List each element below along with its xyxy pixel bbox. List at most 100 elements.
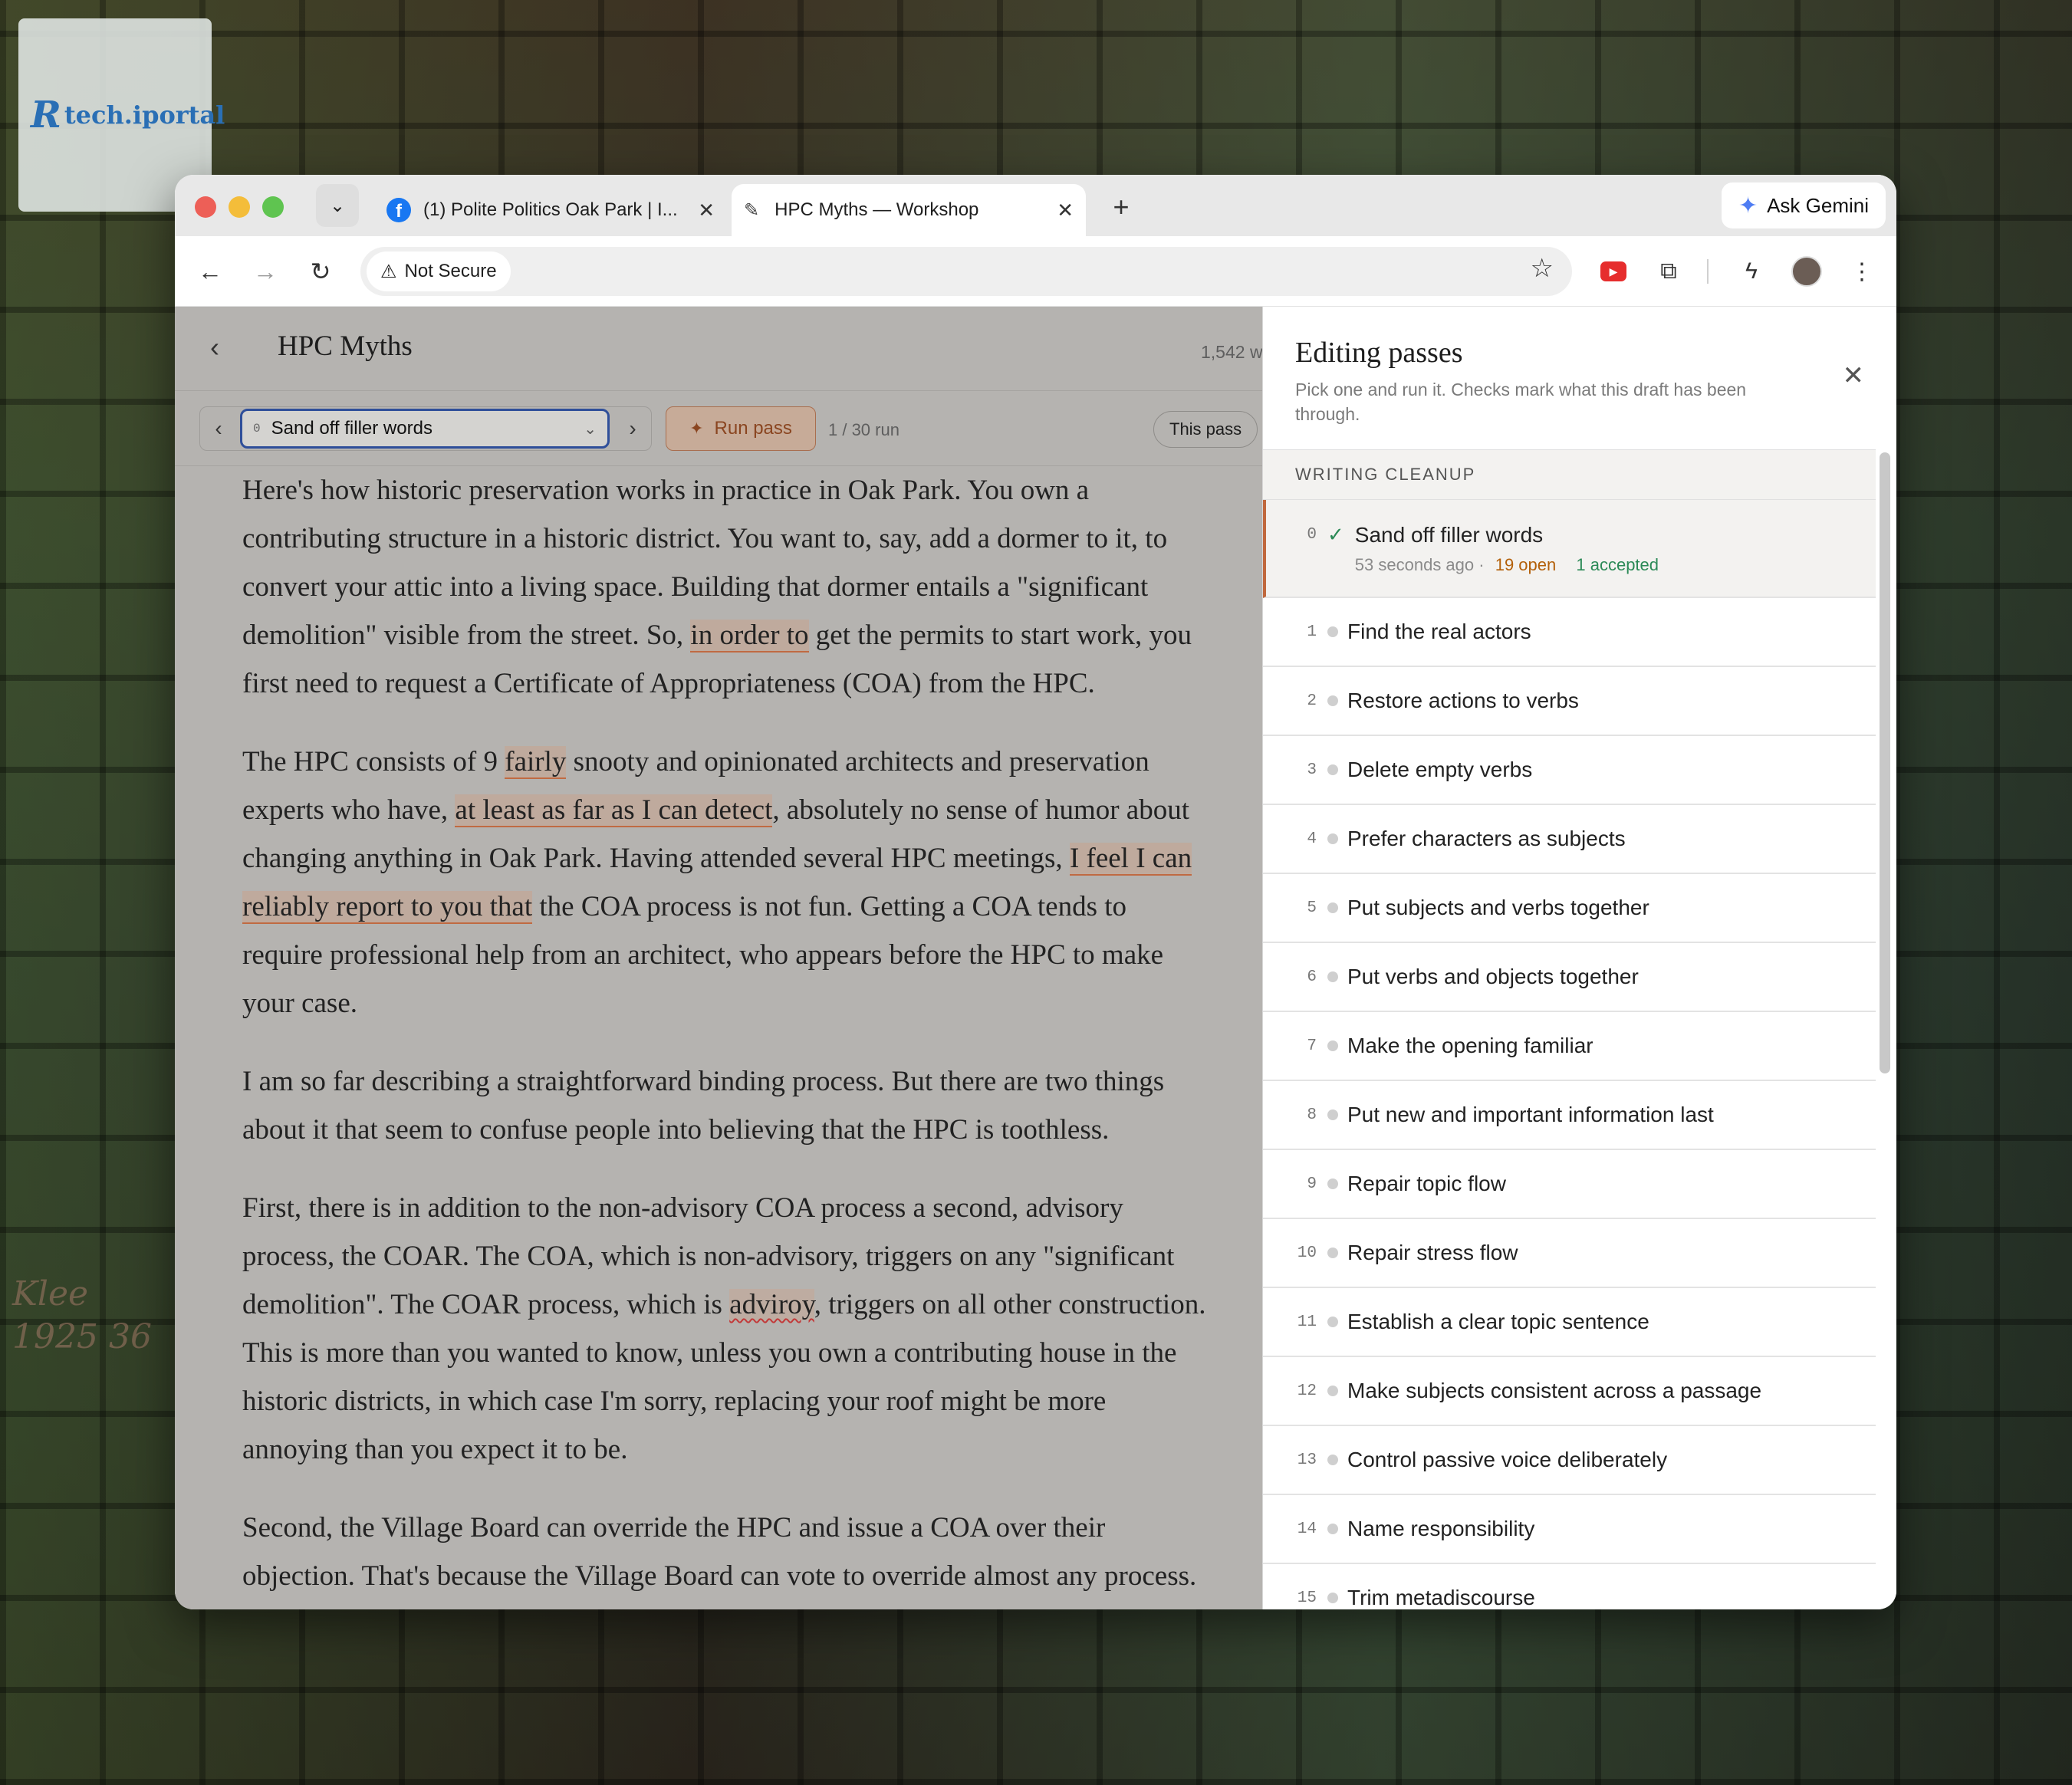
pass-item-label: Find the real actors xyxy=(1347,620,1531,643)
status-dot-icon xyxy=(1327,764,1338,775)
pen-icon: ✎ xyxy=(744,199,760,221)
pass-item-number: 11 xyxy=(1297,1313,1317,1331)
bookmark-star-icon[interactable]: ☆ xyxy=(1531,253,1554,284)
performance-icon[interactable]: ϟ xyxy=(1735,255,1768,288)
this-pass-filter-button[interactable]: This pass xyxy=(1153,411,1258,448)
status-dot-icon xyxy=(1327,695,1338,706)
profile-avatar[interactable] xyxy=(1790,255,1824,288)
run-pass-button[interactable]: ✦ Run pass xyxy=(666,406,816,451)
pass-item-active[interactable]: 0 ✓ Sand off filler words 53 seconds ago… xyxy=(1263,500,1876,598)
pass-item[interactable]: 4 Prefer characters as subjects xyxy=(1263,805,1876,874)
pass-item[interactable]: 11 Establish a clear topic sentence xyxy=(1263,1288,1876,1357)
spelling-error[interactable]: adviroy xyxy=(729,1289,814,1320)
pass-item-label: Repair topic flow xyxy=(1347,1172,1506,1195)
close-tab-icon[interactable]: ✕ xyxy=(698,199,715,222)
tab-search-button[interactable]: ⌄ xyxy=(316,184,359,227)
filler-highlight[interactable]: reliably report to you that xyxy=(242,891,533,924)
paragraph: First, there is in addition to the non-a… xyxy=(242,1192,1206,1465)
ask-gemini-button[interactable]: ✦ Ask Gemini xyxy=(1721,182,1886,228)
filler-highlight[interactable]: at least as far as I can detect xyxy=(455,794,773,827)
pass-item-number: 3 xyxy=(1307,761,1317,779)
filler-highlight[interactable]: fairly xyxy=(505,746,567,779)
page-content: ‹ HPC Myths 1,542 words ‹ 0 Sand off fil… xyxy=(175,307,1896,1609)
chevron-down-icon: ⌄ xyxy=(584,420,597,438)
pass-item-number: 0 xyxy=(1307,526,1317,544)
pass-item[interactable]: 15 Trim metadiscourse xyxy=(1263,1564,1876,1609)
maximize-window-button[interactable] xyxy=(262,196,284,218)
pass-item[interactable]: 7 Make the opening familiar xyxy=(1263,1012,1876,1081)
previous-pass-icon[interactable]: ‹ xyxy=(205,413,232,444)
next-pass-icon[interactable]: › xyxy=(619,413,646,444)
paragraph: Here's how historic preservation works i… xyxy=(242,475,1192,699)
tab-title: HPC Myths — Workshop xyxy=(775,199,979,220)
document-body[interactable]: Here's how historic preservation works i… xyxy=(242,466,1262,1609)
status-dot-icon xyxy=(1327,1455,1338,1465)
pass-item-label: Restore actions to verbs xyxy=(1347,689,1579,712)
youtube-extension-icon[interactable]: ▶ xyxy=(1597,255,1630,288)
painting-signature: Klee 1925 36 xyxy=(12,1274,152,1356)
back-chevron-icon[interactable]: ‹ xyxy=(210,331,219,363)
filler-highlight[interactable]: in order to xyxy=(690,620,809,653)
pass-item[interactable]: 14 Name responsibility xyxy=(1263,1495,1876,1564)
logo-mark: R xyxy=(31,94,61,136)
paragraph: Second, the Village Board can override t… xyxy=(242,1512,1197,1592)
chevron-down-icon: ⌄ xyxy=(329,195,346,216)
pass-dropdown[interactable]: 0 Sand off filler words ⌄ xyxy=(240,409,610,449)
minimize-window-button[interactable] xyxy=(229,196,250,218)
pass-item-label: Establish a clear topic sentence xyxy=(1347,1310,1649,1333)
gemini-sparkle-icon: ✦ xyxy=(1738,192,1758,219)
pass-item[interactable]: 6 Put verbs and objects together xyxy=(1263,943,1876,1012)
pass-item[interactable]: 13 Control passive voice deliberately xyxy=(1263,1426,1876,1495)
status-dot-icon xyxy=(1327,1386,1338,1396)
pass-item[interactable]: 5 Put subjects and verbs together xyxy=(1263,874,1876,943)
status-dot-icon xyxy=(1327,1178,1338,1189)
pass-item[interactable]: 2 Restore actions to verbs xyxy=(1263,667,1876,736)
close-tab-icon[interactable]: ✕ xyxy=(1057,199,1074,222)
pass-item-number: 10 xyxy=(1297,1244,1317,1262)
panel-subtitle: Pick one and run it. Checks mark what th… xyxy=(1295,380,1747,424)
back-arrow-icon[interactable]: ← xyxy=(192,253,229,290)
new-tab-button[interactable]: + xyxy=(1100,186,1143,228)
pass-item-number: 13 xyxy=(1297,1451,1317,1469)
tab-hpc-myths[interactable]: ✎ HPC Myths — Workshop ✕ xyxy=(732,184,1086,236)
warning-icon: ⚠ xyxy=(380,261,397,282)
status-dot-icon xyxy=(1327,902,1338,913)
run-pass-label: Run pass xyxy=(714,418,792,439)
forward-arrow-icon[interactable]: → xyxy=(247,253,284,290)
document-header: ‹ HPC Myths 1,542 words xyxy=(175,307,1262,391)
close-window-button[interactable] xyxy=(195,196,216,218)
status-dot-icon xyxy=(1327,971,1338,982)
pass-item-meta: 53 seconds ago · 19 open 1 accepted xyxy=(1354,555,1659,574)
ask-gemini-label: Ask Gemini xyxy=(1767,193,1869,217)
pass-item[interactable]: 12 Make subjects consistent across a pass… xyxy=(1263,1357,1876,1426)
panel-scrollbar[interactable] xyxy=(1880,452,1890,1073)
browser-window: ⌄ f (1) Polite Politics Oak Park | I... … xyxy=(175,175,1896,1609)
reload-icon[interactable]: ↻ xyxy=(302,253,339,290)
open-count: 19 open xyxy=(1495,555,1557,574)
address-bar[interactable]: ⚠ Not Secure ☆ xyxy=(360,247,1572,296)
pass-item[interactable]: 8 Put new and important information last xyxy=(1263,1081,1876,1150)
pass-number: 0 xyxy=(253,422,261,436)
pass-item[interactable]: 1 Find the real actors xyxy=(1263,598,1876,667)
panel-title: Editing passes xyxy=(1295,337,1463,369)
extensions-puzzle-icon[interactable]: ⧉ xyxy=(1652,255,1686,288)
pass-item-label: Delete empty verbs xyxy=(1347,758,1533,781)
kebab-menu-icon[interactable]: ⋮ xyxy=(1845,255,1879,288)
pass-item-label: Prefer characters as subjects xyxy=(1347,827,1626,850)
editing-passes-panel: Editing passes Pick one and run it. Chec… xyxy=(1262,307,1896,1609)
accepted-count: 1 accepted xyxy=(1576,555,1659,574)
pass-item[interactable]: 9 Repair topic flow xyxy=(1263,1150,1876,1219)
tab-title: (1) Polite Politics Oak Park | I... xyxy=(423,199,678,220)
pass-item[interactable]: 10 Repair stress flow xyxy=(1263,1219,1876,1288)
status-dot-icon xyxy=(1327,1040,1338,1051)
close-icon[interactable]: ✕ xyxy=(1843,360,1865,391)
pass-item-number: 6 xyxy=(1307,968,1317,986)
tab-polite-politics[interactable]: f (1) Polite Politics Oak Park | I... ✕ xyxy=(374,184,727,236)
pass-item-number: 8 xyxy=(1307,1106,1317,1124)
status-dot-icon xyxy=(1327,626,1338,637)
pass-item-label: Name responsibility xyxy=(1347,1517,1535,1540)
filler-highlight[interactable]: I feel I can xyxy=(1069,843,1192,876)
security-chip[interactable]: ⚠ Not Secure xyxy=(367,251,511,291)
pass-navigator: ‹ 0 Sand off filler words ⌄ › xyxy=(199,406,652,451)
pass-item[interactable]: 3 Delete empty verbs xyxy=(1263,736,1876,805)
